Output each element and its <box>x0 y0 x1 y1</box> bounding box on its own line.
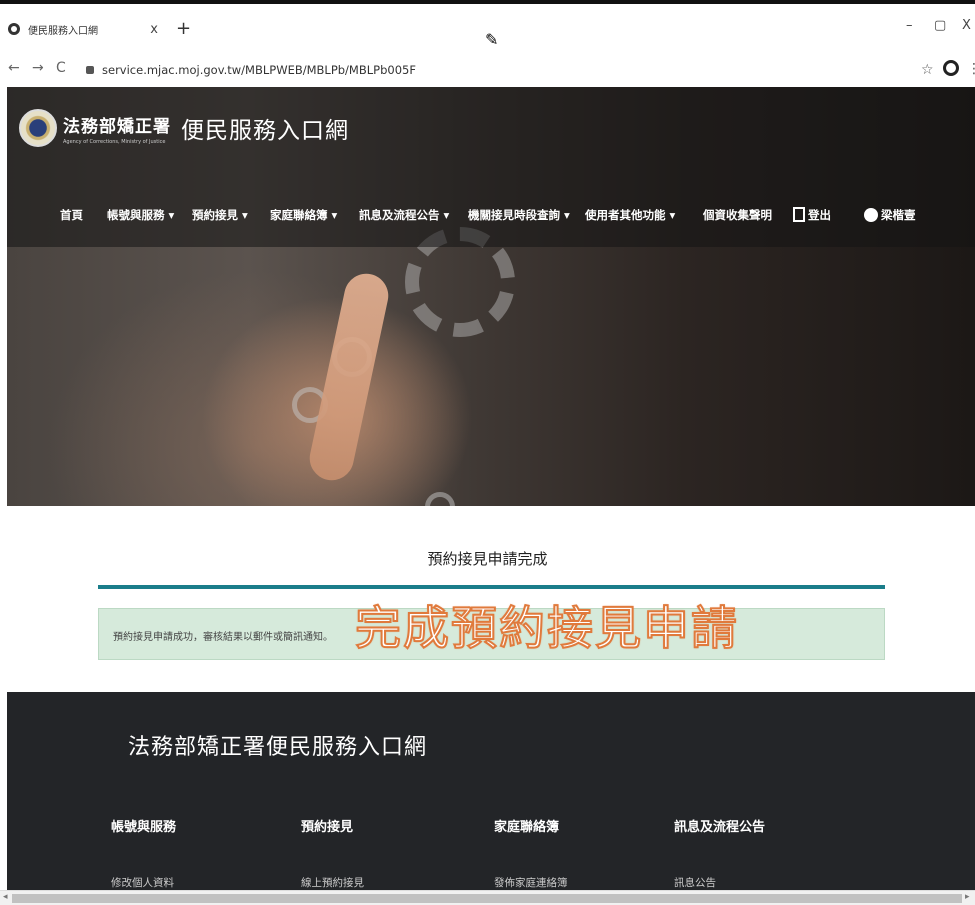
forward-arrow-icon[interactable]: → <box>32 60 44 76</box>
overlay-caption: 完成預約接見申請 <box>354 600 739 656</box>
scroll-right-arrow-icon[interactable]: ▸ <box>965 892 970 902</box>
alert-message: 預約接見申請成功，審核結果以郵件或簡訊通知。 <box>113 632 333 643</box>
footer-title: 法務部矯正署便民服務入口網 <box>128 735 428 760</box>
scroll-left-arrow-icon[interactable]: ◂ <box>3 892 8 902</box>
nav-visit-booking[interactable]: 預約接見 ▾ <box>192 207 248 223</box>
profile-icon[interactable] <box>943 60 959 76</box>
footer-column-account: 帳號與服務 修改個人資料 <box>111 816 281 890</box>
page-title: 預約接見申請完成 <box>427 550 548 568</box>
footer-link[interactable]: 發佈家庭連絡簿 <box>494 875 664 890</box>
footer-heading: 家庭聯絡簿 <box>494 820 560 835</box>
new-tab-button[interactable]: + <box>176 18 191 39</box>
nav-account-services[interactable]: 帳號與服務 ▾ <box>107 207 174 223</box>
logout-door-icon <box>793 207 805 222</box>
back-arrow-icon[interactable]: ← <box>8 60 20 76</box>
footer-link[interactable]: 線上預約接見 <box>301 875 471 890</box>
url-field[interactable]: service.mjac.moj.gov.tw/MBLPWEB/MBLPb/MB… <box>86 63 416 77</box>
site-footer: 法務部矯正署便民服務入口網 帳號與服務 修改個人資料 預約接見 線上預約接見 家… <box>7 692 975 890</box>
pointing-finger-graphic <box>305 269 393 485</box>
menu-kebab-icon[interactable]: ⋮ <box>967 61 975 77</box>
nav-announcements[interactable]: 訊息及流程公告 ▾ <box>359 207 449 223</box>
minimize-button[interactable]: – <box>906 18 913 33</box>
site-favicon-icon <box>8 23 20 35</box>
nav-logout[interactable]: 登出 <box>793 207 831 223</box>
browser-tab-bar: 便民服務入口網 x + ✎ – ▢ X <box>0 4 975 56</box>
maximize-button[interactable]: ▢ <box>934 18 946 33</box>
reload-icon[interactable]: C <box>56 60 66 76</box>
footer-link[interactable]: 訊息公告 <box>674 875 844 890</box>
tab-title: 便民服務入口網 <box>28 25 98 37</box>
nav-user[interactable]: 梁楷壹 <box>864 207 916 223</box>
heading-divider <box>98 585 885 589</box>
browser-address-bar: ← → C service.mjac.moj.gov.tw/MBLPWEB/MB… <box>0 56 975 86</box>
footer-link[interactable]: 修改個人資料 <box>111 875 281 890</box>
footer-column-announcements: 訊息及流程公告 訊息公告 <box>674 816 844 890</box>
nav-visit-schedule-query[interactable]: 機關接見時段查詢 ▾ <box>468 207 570 223</box>
logo-agency-english: Agency of Corrections, Ministry of Justi… <box>63 138 166 145</box>
main-nav: 首頁 帳號與服務 ▾ 預約接見 ▾ 家庭聯絡簿 ▾ 訊息及流程公告 ▾ 機關接見… <box>7 200 975 230</box>
hero-banner: 法務部矯正署 Agency of Corrections, Ministry o… <box>7 87 975 506</box>
window-close-button[interactable]: X <box>962 18 971 33</box>
browser-tab[interactable]: 便民服務入口網 x <box>8 16 158 42</box>
nav-other-functions[interactable]: 使用者其他功能 ▾ <box>585 207 675 223</box>
lock-icon <box>86 66 94 74</box>
logo-agency-name: 法務部矯正署 <box>63 116 171 137</box>
nav-family-contact-book[interactable]: 家庭聯絡簿 ▾ <box>270 207 337 223</box>
url-text: service.mjac.moj.gov.tw/MBLPWEB/MBLPb/MB… <box>102 63 416 77</box>
footer-column-family: 家庭聯絡簿 發佈家庭連絡簿 <box>494 816 664 890</box>
nav-home[interactable]: 首頁 <box>60 207 83 223</box>
scrollbar-thumb[interactable] <box>12 894 962 903</box>
tab-close-button[interactable]: x <box>150 22 158 37</box>
portal-title: 便民服務入口網 <box>181 118 349 144</box>
footer-heading: 訊息及流程公告 <box>674 820 766 835</box>
site-header: 法務部矯正署 Agency of Corrections, Ministry o… <box>7 87 975 247</box>
site-logo[interactable]: 法務部矯正署 Agency of Corrections, Ministry o… <box>19 109 349 147</box>
nav-privacy-statement[interactable]: 個資收集聲明 <box>703 207 772 223</box>
footer-heading: 預約接見 <box>301 820 354 835</box>
horizontal-scrollbar[interactable]: ◂ ▸ <box>0 890 975 905</box>
user-avatar-icon <box>864 208 878 222</box>
footer-heading: 帳號與服務 <box>111 820 177 835</box>
emblem-icon <box>19 109 57 147</box>
pencil-cursor-icon: ✎ <box>485 30 499 49</box>
footer-column-visit: 預約接見 線上預約接見 <box>301 816 471 890</box>
bookmark-star-icon[interactable]: ☆ <box>921 62 934 78</box>
network-node-graphic <box>425 492 455 506</box>
